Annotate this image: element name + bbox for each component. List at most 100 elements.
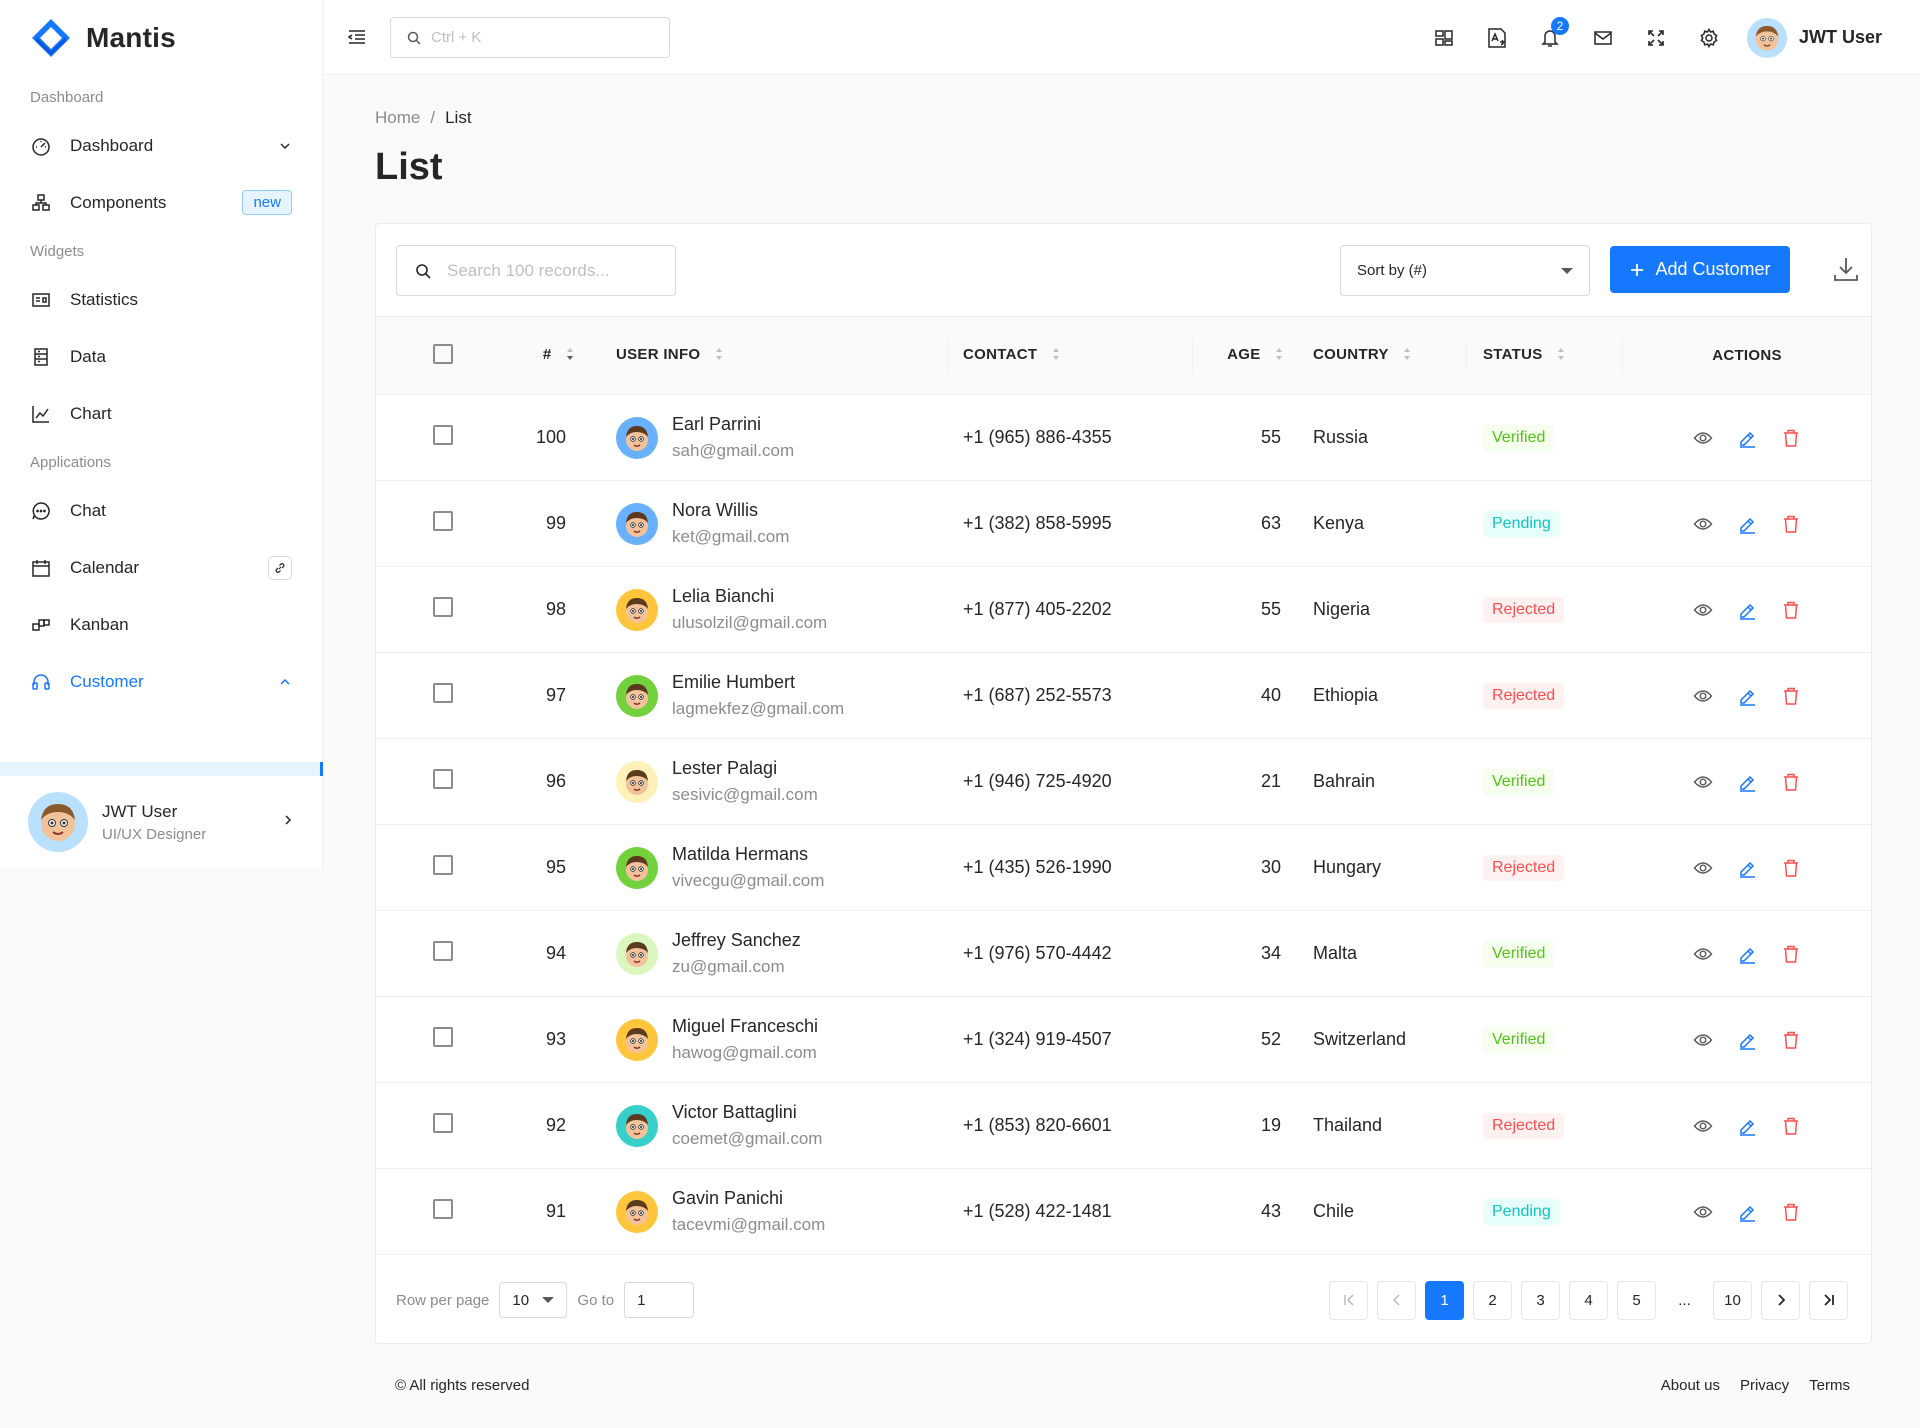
chevron-right-icon[interactable] (281, 813, 295, 832)
records-search-input[interactable]: Search 100 records... (396, 245, 676, 296)
table-row[interactable]: 99 Nora Willis ket@gmail.com +1 (382) 85… (376, 481, 1871, 567)
sidebar-item-chat[interactable]: Chat (0, 482, 322, 539)
translate-icon[interactable] (1476, 17, 1518, 59)
sidebar-item-data[interactable]: Data (0, 328, 322, 385)
table-row[interactable]: 96 Lester Palagi sesivic@gmail.com +1 (9… (376, 739, 1871, 825)
sort-toggle-icon[interactable] (1557, 347, 1565, 365)
page-button[interactable]: 2 (1473, 1280, 1512, 1320)
delete-trash-icon[interactable] (1780, 1201, 1802, 1223)
column-header-country[interactable]: COUNTRY (1313, 346, 1388, 363)
row-checkbox[interactable] (433, 1199, 453, 1219)
sidebar-item-kanban[interactable]: Kanban (0, 596, 322, 653)
row-checkbox[interactable] (433, 597, 453, 617)
delete-trash-icon[interactable] (1780, 857, 1802, 879)
row-checkbox[interactable] (433, 511, 453, 531)
sidebar-item-dashboard[interactable]: Dashboard (0, 117, 322, 174)
footer-link-privacy[interactable]: Privacy (1740, 1377, 1789, 1394)
global-search-input[interactable]: Ctrl + K (390, 17, 670, 58)
next-page-icon[interactable] (1761, 1280, 1800, 1320)
table-row[interactable]: 95 Matilda Hermans vivecgu@gmail.com +1 … (376, 825, 1871, 911)
last-page-icon[interactable] (1809, 1280, 1848, 1320)
row-checkbox[interactable] (433, 1113, 453, 1133)
view-eye-icon[interactable] (1692, 599, 1714, 621)
sidebar-item-calendar[interactable]: Calendar (0, 539, 322, 596)
view-eye-icon[interactable] (1692, 685, 1714, 707)
edit-pencil-icon[interactable] (1736, 1201, 1758, 1223)
edit-pencil-icon[interactable] (1736, 685, 1758, 707)
download-icon[interactable] (1832, 255, 1862, 285)
sort-toggle-icon[interactable] (1275, 347, 1283, 365)
page-button[interactable]: 10 (1713, 1280, 1752, 1320)
sort-select[interactable]: Sort by (#) (1340, 245, 1590, 296)
fullscreen-icon[interactable] (1635, 17, 1677, 59)
delete-trash-icon[interactable] (1780, 513, 1802, 535)
table-row[interactable]: 94 Jeffrey Sanchez zu@gmail.com +1 (976)… (376, 911, 1871, 997)
row-checkbox[interactable] (433, 425, 453, 445)
page-button[interactable]: 1 (1425, 1280, 1464, 1320)
menu-fold-icon[interactable] (346, 26, 368, 48)
row-checkbox[interactable] (433, 1027, 453, 1047)
mail-icon[interactable] (1582, 17, 1624, 59)
page-button[interactable]: 5 (1617, 1280, 1656, 1320)
sort-toggle-icon[interactable] (715, 347, 723, 365)
row-checkbox[interactable] (433, 855, 453, 875)
view-eye-icon[interactable] (1692, 513, 1714, 535)
column-header-number[interactable]: # (543, 346, 552, 363)
view-eye-icon[interactable] (1692, 943, 1714, 965)
sidebar-item-customer[interactable]: Customer (0, 653, 322, 710)
delete-trash-icon[interactable] (1780, 943, 1802, 965)
previous-page-icon[interactable] (1377, 1280, 1416, 1320)
view-eye-icon[interactable] (1692, 1115, 1714, 1137)
edit-pencil-icon[interactable] (1736, 857, 1758, 879)
footer-link-about[interactable]: About us (1661, 1377, 1720, 1394)
view-eye-icon[interactable] (1692, 427, 1714, 449)
delete-trash-icon[interactable] (1780, 1029, 1802, 1051)
row-checkbox[interactable] (433, 769, 453, 789)
edit-pencil-icon[interactable] (1736, 1029, 1758, 1051)
table-row[interactable]: 97 Emilie Humbert lagmekfez@gmail.com +1… (376, 653, 1871, 739)
sidebar-item-statistics[interactable]: Statistics (0, 271, 322, 328)
delete-trash-icon[interactable] (1780, 599, 1802, 621)
select-all-checkbox[interactable] (433, 343, 453, 364)
delete-trash-icon[interactable] (1780, 427, 1802, 449)
apps-icon[interactable] (1423, 17, 1465, 59)
edit-pencil-icon[interactable] (1736, 427, 1758, 449)
table-row[interactable]: 92 Victor Battaglini coemet@gmail.com +1… (376, 1083, 1871, 1169)
notification-bell-icon[interactable]: 2 (1529, 16, 1571, 59)
rows-per-page-select[interactable]: 10 (499, 1282, 568, 1318)
table-row[interactable]: 91 Gavin Panichi tacevmi@gmail.com +1 (5… (376, 1169, 1871, 1255)
sort-toggle-icon[interactable] (566, 347, 574, 365)
delete-trash-icon[interactable] (1780, 1115, 1802, 1137)
column-header-contact[interactable]: CONTACT (963, 346, 1037, 363)
sidebar-item-chart[interactable]: Chart (0, 385, 322, 442)
settings-gear-icon[interactable] (1688, 17, 1730, 59)
edit-pencil-icon[interactable] (1736, 599, 1758, 621)
edit-pencil-icon[interactable] (1736, 1115, 1758, 1137)
footer-link-terms[interactable]: Terms (1809, 1377, 1850, 1394)
first-page-icon[interactable] (1329, 1280, 1368, 1320)
page-button[interactable]: 4 (1569, 1280, 1608, 1320)
column-header-user-info[interactable]: USER INFO (616, 346, 700, 363)
column-header-age[interactable]: AGE (1227, 346, 1260, 363)
row-checkbox[interactable] (433, 941, 453, 961)
edit-pencil-icon[interactable] (1736, 513, 1758, 535)
edit-pencil-icon[interactable] (1736, 943, 1758, 965)
sidebar-user-card[interactable]: JWT User UI/UX Designer (0, 776, 323, 868)
table-row[interactable]: 98 Lelia Bianchi ulusolzil@gmail.com +1 … (376, 567, 1871, 653)
sort-toggle-icon[interactable] (1052, 347, 1060, 365)
delete-trash-icon[interactable] (1780, 771, 1802, 793)
view-eye-icon[interactable] (1692, 1201, 1714, 1223)
table-row[interactable]: 100 Earl Parrini sah@gmail.com +1 (965) … (376, 395, 1871, 481)
goto-page-input[interactable]: 1 (624, 1282, 695, 1318)
row-checkbox[interactable] (433, 683, 453, 703)
view-eye-icon[interactable] (1692, 857, 1714, 879)
sort-toggle-icon[interactable] (1403, 347, 1411, 365)
logo[interactable]: Mantis (0, 0, 322, 75)
header-user-menu[interactable]: JWT User (1746, 17, 1882, 58)
table-row[interactable]: 93 Miguel Franceschi hawog@gmail.com +1 … (376, 997, 1871, 1083)
breadcrumb-home-link[interactable]: Home (375, 108, 420, 128)
page-button[interactable]: 3 (1521, 1280, 1560, 1320)
edit-pencil-icon[interactable] (1736, 771, 1758, 793)
add-customer-button[interactable]: Add Customer (1610, 246, 1790, 293)
view-eye-icon[interactable] (1692, 771, 1714, 793)
